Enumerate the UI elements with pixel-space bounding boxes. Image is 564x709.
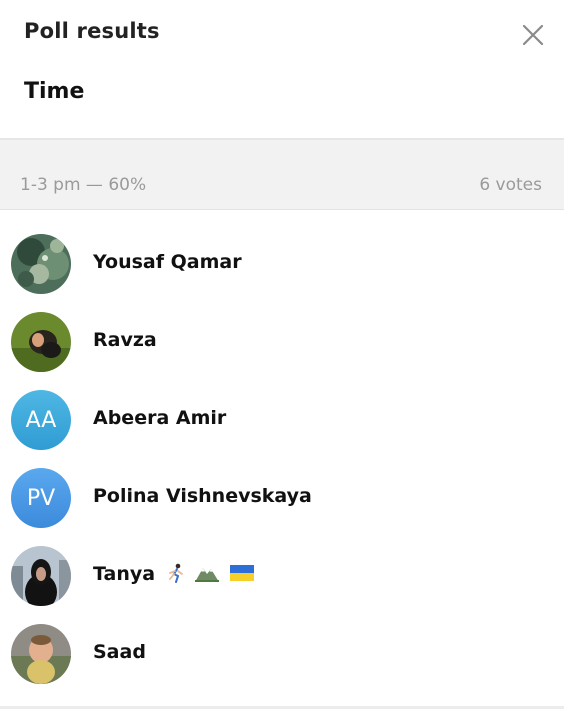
voter-name: Polina Vishnevskaya [93, 485, 312, 507]
avatar[interactable]: AA [11, 390, 71, 450]
voter-name-text: Tanya [93, 563, 156, 585]
voter-name: Tanya [93, 563, 255, 585]
voter-row[interactable]: AA Abeera Amir [0, 380, 564, 458]
option-section-header: 1-3 pm — 60% 6 votes [0, 140, 564, 209]
avatar[interactable] [11, 312, 71, 372]
avatar-initials: PV [26, 485, 56, 511]
section-divider [0, 209, 564, 210]
avatar[interactable]: PV [11, 468, 71, 528]
avatar[interactable] [11, 624, 71, 684]
vote-count: 6 votes [479, 175, 542, 195]
option-label: 1-3 pm — 60% [20, 175, 147, 195]
poll-question: Time [24, 79, 85, 104]
avatar[interactable] [11, 234, 71, 294]
voter-row[interactable]: Yousaf Qamar [0, 224, 564, 302]
voter-name: Saad [93, 641, 146, 663]
avatar[interactable] [11, 546, 71, 606]
voter-row[interactable]: Ravza [0, 302, 564, 380]
poll-results-header: Poll results Time [0, 0, 564, 138]
runner-icon [168, 563, 183, 583]
page-title: Poll results [24, 19, 160, 43]
mountain-icon [195, 568, 220, 582]
close-icon[interactable] [522, 24, 544, 46]
voter-row[interactable]: Saad [0, 614, 564, 692]
voter-name: Yousaf Qamar [93, 251, 242, 273]
voter-row[interactable]: Tanya [0, 536, 564, 614]
ukraine-flag-icon [229, 565, 254, 581]
voter-list: Yousaf Qamar Ravza AA Abeera Amir PV Pol… [0, 224, 564, 692]
voter-name: Ravza [93, 329, 157, 351]
voter-name: Abeera Amir [93, 407, 227, 429]
avatar-initials: AA [25, 407, 57, 433]
voter-row[interactable]: PV Polina Vishnevskaya [0, 458, 564, 536]
close-button[interactable] [518, 20, 548, 50]
